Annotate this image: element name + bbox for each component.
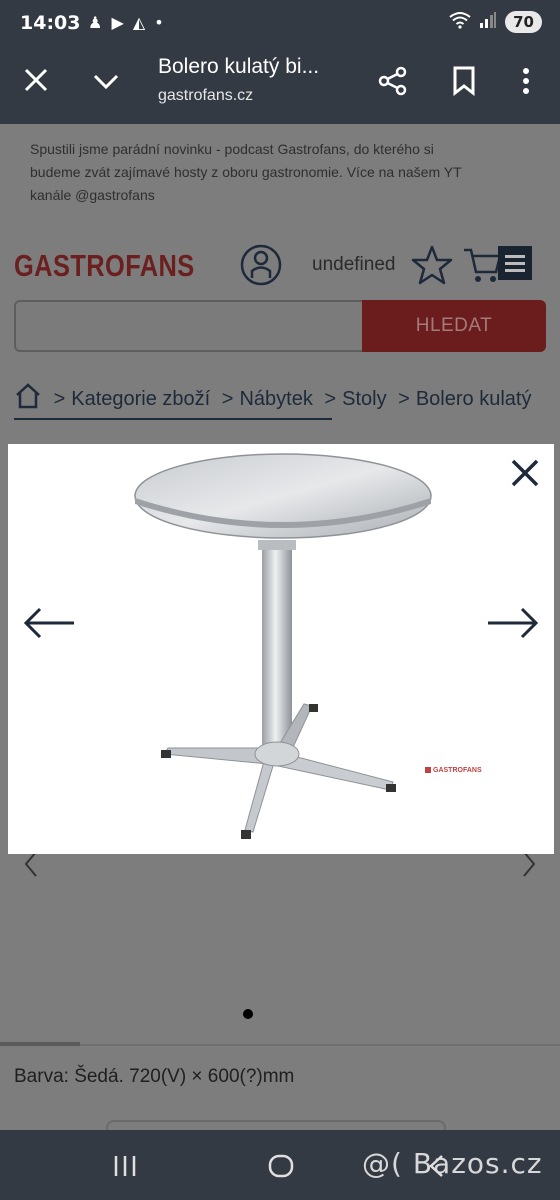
signal-icon — [479, 11, 497, 33]
breadcrumb-item[interactable]: Stoly — [342, 388, 386, 410]
tab-indicator — [0, 1042, 80, 1046]
breadcrumb-item[interactable]: Kategorie zboží — [71, 388, 210, 410]
youtube-icon: ▶ — [111, 13, 126, 32]
home-icon[interactable] — [14, 382, 42, 410]
bazos-watermark: @( Bazos.cz — [362, 1147, 543, 1180]
hamburger-line — [505, 261, 525, 265]
image-lightbox: GASTROFANS — [8, 444, 554, 854]
share-icon[interactable] — [378, 66, 408, 96]
announcement-banner: Spustili jsme parádní novinku - podcast … — [30, 141, 462, 203]
shopping-cart-icon[interactable] — [462, 244, 502, 286]
breadcrumb-item[interactable]: Nábytek — [239, 388, 312, 410]
breadcrumb: > Kategorie zboží > Nábytek > Stoly > Bolero… — [14, 382, 560, 422]
gallery-pagination-dot[interactable] — [243, 1009, 253, 1019]
notification-app-icon: ♟ — [88, 13, 105, 32]
section-divider — [0, 1044, 560, 1046]
more-notifications-dot-icon: • — [154, 13, 166, 32]
user-name-label[interactable]: undefined — [312, 254, 395, 276]
system-navigation-bar: @( Bazos.cz — [0, 1130, 560, 1200]
battery-indicator: 70 — [505, 11, 542, 33]
chevron-down-icon[interactable] — [92, 68, 120, 96]
wifi-icon — [449, 11, 471, 33]
home-button-icon[interactable] — [268, 1154, 294, 1178]
back-icon[interactable] — [426, 1154, 446, 1178]
more-vertical-icon[interactable] — [516, 66, 536, 96]
notification-icons: ♟ ▶ ◭ • — [88, 13, 166, 32]
product-image[interactable] — [128, 448, 438, 848]
status-bar: 14:03 ♟ ▶ ◭ • 70 — [0, 0, 560, 46]
app-icon: ◭ — [132, 13, 148, 32]
favorites-star-icon[interactable] — [410, 244, 454, 286]
arrow-left-icon[interactable] — [22, 606, 76, 640]
search-input[interactable] — [14, 300, 366, 352]
arrow-right-icon[interactable] — [486, 606, 540, 640]
breadcrumb-underline — [14, 418, 332, 420]
site-logo[interactable]: GASTROFANS — [14, 248, 195, 284]
page-url: gastrofans.cz — [158, 87, 254, 104]
recent-apps-icon[interactable] — [112, 1154, 138, 1178]
breadcrumb-item[interactable]: Bolero kulatý — [416, 388, 532, 410]
user-account-icon[interactable] — [240, 244, 282, 286]
product-description: Barva: Šedá. 720(V) × 600(?)mm — [14, 1066, 295, 1087]
image-watermark: GASTROFANS — [425, 767, 482, 774]
hamburger-line — [505, 254, 525, 258]
page-title: Bolero kulatý bi... — [158, 55, 320, 78]
breadcrumb-separator-icon: > — [221, 388, 234, 410]
gallery-next-chevron-icon[interactable] — [520, 850, 538, 878]
close-lightbox-icon[interactable] — [510, 458, 540, 488]
hamburger-line — [505, 268, 525, 272]
status-time: 14:03 — [20, 12, 81, 34]
menu-hamburger-button[interactable] — [498, 246, 532, 280]
browser-toolbar: Bolero kulatý bi... gastrofans.cz — [0, 46, 560, 124]
gallery-prev-chevron-icon[interactable] — [22, 850, 40, 878]
breadcrumb-separator-icon: > — [398, 388, 410, 410]
breadcrumb-separator-icon: > — [53, 388, 66, 410]
bookmark-icon[interactable] — [452, 66, 476, 96]
search-button[interactable]: HLEDAT — [362, 300, 546, 352]
close-icon[interactable] — [22, 66, 50, 94]
breadcrumb-separator-icon: > — [324, 388, 337, 410]
